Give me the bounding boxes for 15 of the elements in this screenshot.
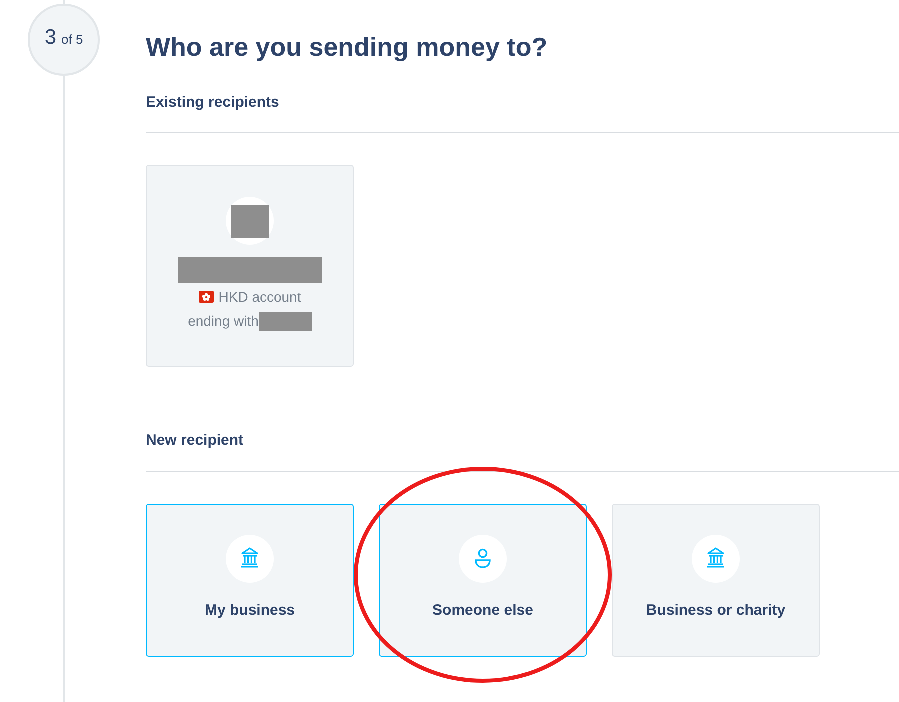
step-total: of 5 bbox=[62, 32, 84, 48]
recipient-option[interactable]: My business bbox=[146, 504, 354, 657]
bank-icon bbox=[692, 535, 740, 583]
bank-icon bbox=[226, 535, 274, 583]
section-heading: New recipient bbox=[146, 431, 244, 451]
page-title: Who are you sending money to? bbox=[146, 31, 548, 64]
flag-icon bbox=[198, 291, 214, 303]
section-heading: Existing recipients bbox=[146, 93, 280, 113]
recipient-option[interactable]: Business or charity bbox=[612, 504, 820, 657]
person-icon bbox=[459, 535, 507, 583]
recipient-card[interactable]: HKD account ending with bbox=[146, 165, 354, 367]
recipient-option[interactable]: Someone else bbox=[379, 504, 587, 657]
account-currency: HKD account bbox=[218, 288, 302, 307]
step-number: 3 bbox=[44, 26, 56, 50]
account-ending: ending with bbox=[188, 312, 259, 331]
